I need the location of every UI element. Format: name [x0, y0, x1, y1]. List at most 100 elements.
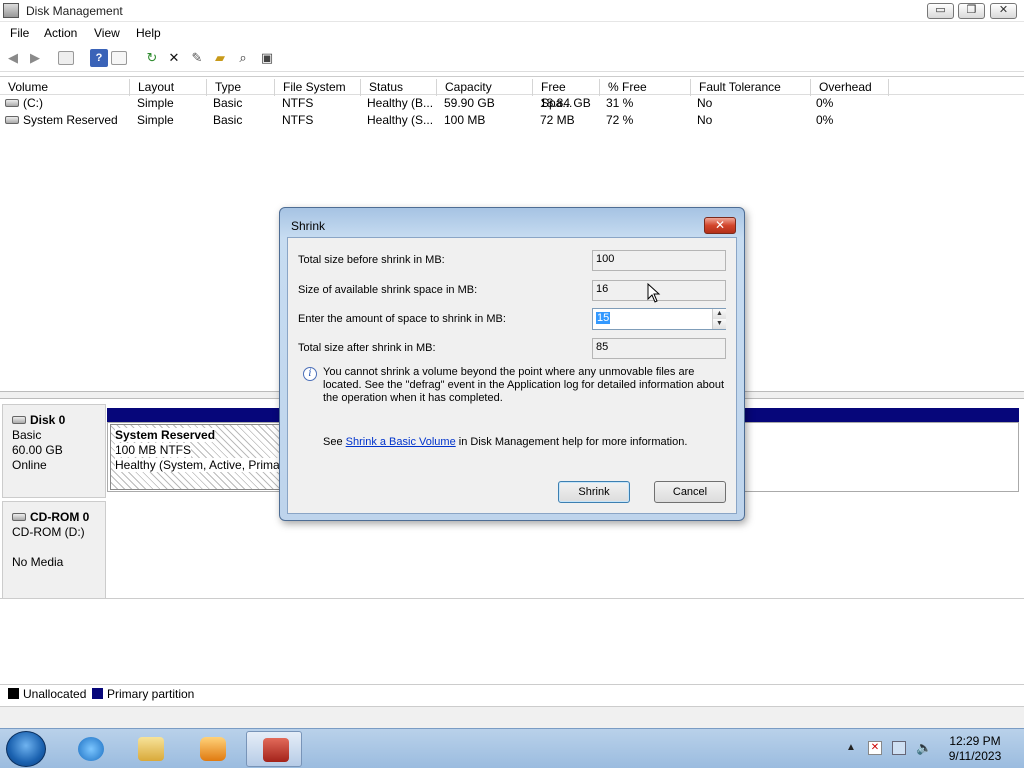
overhead-cell: 0%: [816, 96, 834, 110]
media-player-icon: [200, 737, 226, 761]
total-after-value: 85: [592, 338, 726, 359]
settings-icon[interactable]: ✎: [188, 49, 206, 67]
window-title: Disk Management: [26, 4, 123, 18]
disk-0-type: Basic: [12, 428, 42, 442]
col-capacity[interactable]: Capacity: [437, 79, 533, 96]
layout-cell: Simple: [137, 96, 174, 110]
clock-time: 12:29 PM: [949, 734, 1001, 748]
menu-view[interactable]: View: [94, 26, 120, 40]
col-volume[interactable]: Volume: [0, 79, 130, 96]
type-cell: Basic: [213, 96, 243, 110]
close-button[interactable]: ✕: [990, 3, 1017, 19]
forward-icon[interactable]: ▶: [26, 49, 44, 67]
start-button[interactable]: [6, 731, 46, 767]
menu-file[interactable]: File: [10, 26, 29, 40]
dialog-close-button[interactable]: ✕: [704, 217, 736, 234]
title-bar: Disk Management ▭ ❐ ✕: [0, 0, 1024, 22]
show-hide-tree-icon[interactable]: [58, 51, 74, 65]
folder-icon: [138, 737, 164, 761]
col-free-space[interactable]: Free Spa...: [533, 79, 600, 110]
unallocated-swatch: [8, 688, 19, 699]
restore-button[interactable]: ❐: [958, 3, 985, 19]
col-overhead[interactable]: Overhead: [811, 79, 889, 96]
rescan-disks-icon[interactable]: ▣: [258, 49, 276, 67]
info-text: You cannot shrink a volume beyond the po…: [323, 366, 725, 404]
cdrom-0-name: CD-ROM 0: [12, 510, 105, 525]
shrink-button[interactable]: Shrink: [558, 481, 630, 503]
taskbar-disk-management[interactable]: [246, 731, 302, 767]
divider: [0, 598, 1024, 599]
drive-icon: [5, 116, 19, 124]
status-cell: Healthy (S...: [367, 113, 434, 127]
cdrom-icon: [12, 513, 26, 521]
percent-free-cell: 72 %: [606, 113, 634, 127]
internet-explorer-icon: [78, 737, 104, 761]
delete-icon[interactable]: ✕: [165, 49, 183, 67]
clock[interactable]: 12:29 PM 9/11/2023: [940, 734, 1010, 764]
cdrom-0-state: No Media: [12, 555, 64, 569]
search-icon[interactable]: ⌕: [234, 49, 252, 67]
volume-cell: (C:): [5, 95, 130, 112]
show-hidden-icons-icon[interactable]: ▲: [846, 742, 856, 753]
help-line: See Shrink a Basic Volume in Disk Manage…: [323, 436, 688, 448]
refresh-icon[interactable]: ↻: [143, 49, 161, 67]
spin-up-icon[interactable]: ▲: [712, 309, 726, 319]
disk-icon: [12, 416, 26, 424]
col-fault-tolerance[interactable]: Fault Tolerance: [691, 79, 811, 96]
filesystem-cell: NTFS: [282, 113, 314, 127]
clock-date: 9/11/2023: [948, 749, 1002, 763]
back-icon[interactable]: ◀: [4, 49, 22, 67]
col-layout[interactable]: Layout: [130, 79, 207, 96]
col-type[interactable]: Type: [207, 79, 275, 96]
shrink-amount-stepper[interactable]: 15 ▲ ▼: [592, 308, 726, 330]
filesystem-cell: NTFS: [282, 96, 314, 110]
legend-unallocated: Unallocated: [23, 687, 87, 701]
taskbar-media-player[interactable]: [184, 731, 240, 767]
capacity-cell: 100 MB: [444, 113, 486, 127]
menu-help[interactable]: Help: [136, 26, 161, 40]
cdrom-0-type: CD-ROM (D:): [12, 525, 85, 539]
shrink-dialog: Shrink ✕ Total size before shrink in MB:…: [279, 207, 745, 521]
mouse-cursor-icon: [647, 283, 661, 303]
taskbar-explorer[interactable]: [122, 731, 178, 767]
disk-0-info[interactable]: Disk 0 Basic 60.00 GB Online: [2, 404, 106, 498]
primary-partition-swatch: [92, 688, 103, 699]
dialog-title: Shrink: [291, 219, 326, 233]
volume-cell: System Reserved: [5, 112, 130, 129]
toolbox-icon: [263, 738, 289, 762]
properties-icon[interactable]: [111, 51, 127, 65]
shrink-amount-label: Enter the amount of space to shrink in M…: [298, 313, 506, 325]
table-row[interactable]: System Reserved Simple Basic NTFS Health…: [0, 112, 1024, 129]
open-folder-icon[interactable]: ▰: [211, 49, 229, 67]
taskbar: ▲ ✕ 🔈 12:29 PM 9/11/2023: [0, 728, 1024, 768]
legend-primary-partition: Primary partition: [107, 687, 195, 701]
help-icon[interactable]: ?: [90, 49, 108, 67]
col-status[interactable]: Status: [361, 79, 437, 96]
system-tray: ▲ ✕ 🔈 12:29 PM 9/11/2023: [840, 729, 1024, 768]
network-icon[interactable]: [892, 741, 906, 755]
action-center-icon[interactable]: ✕: [868, 741, 882, 755]
cdrom-0-size: [12, 540, 105, 555]
layout-cell: Simple: [137, 113, 174, 127]
spin-down-icon[interactable]: ▼: [712, 319, 726, 329]
col-file-system[interactable]: File System: [275, 79, 361, 96]
volume-muted-icon[interactable]: 🔈: [916, 740, 932, 756]
cdrom-0-info[interactable]: CD-ROM 0 CD-ROM (D:) No Media: [2, 501, 106, 599]
free-space-cell: 18.84 GB: [540, 96, 591, 110]
table-row[interactable]: (C:) Simple Basic NTFS Healthy (B... 59.…: [0, 95, 1024, 112]
menu-action[interactable]: Action: [44, 26, 77, 40]
total-before-label: Total size before shrink in MB:: [298, 254, 445, 266]
volume-list-header: Volume Layout Type File System Status Ca…: [0, 76, 1024, 110]
col-percent-free[interactable]: % Free: [600, 79, 691, 96]
info-icon: i: [303, 367, 317, 381]
minimize-button[interactable]: ▭: [927, 3, 954, 19]
status-cell: Healthy (B...: [367, 96, 434, 110]
disk-0-name: Disk 0: [12, 413, 105, 428]
cancel-button[interactable]: Cancel: [654, 481, 726, 503]
disk-management-app-icon: [3, 3, 19, 18]
taskbar-internet-explorer[interactable]: [62, 731, 118, 767]
available-space-label: Size of available shrink space in MB:: [298, 284, 478, 296]
menu-bar: File Action View Help: [0, 22, 1024, 44]
shrink-help-link[interactable]: Shrink a Basic Volume: [346, 436, 456, 448]
free-space-cell: 72 MB: [540, 113, 575, 127]
